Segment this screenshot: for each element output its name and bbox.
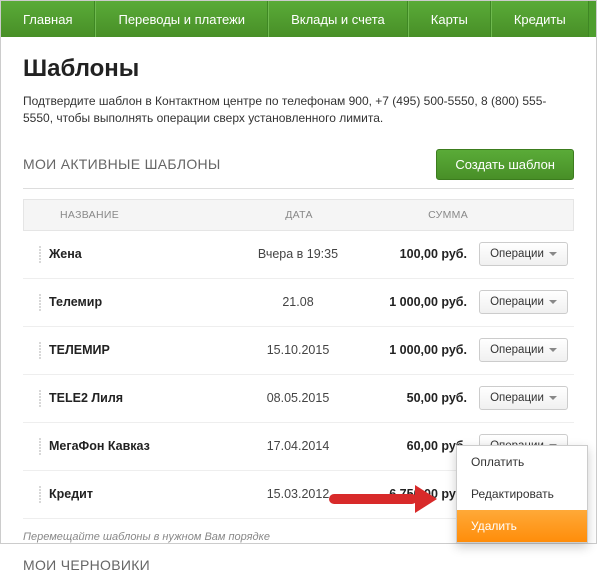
active-templates-title: МОИ АКТИВНЫЕ ШАБЛОНЫ: [23, 156, 221, 172]
row-name: TELE2 Лиля: [49, 391, 233, 405]
top-nav: Главная Переводы и платежи Вклады и счет…: [1, 1, 596, 37]
nav-credits[interactable]: Кредиты: [491, 1, 589, 37]
row-sum: 50,00 руб.: [363, 391, 473, 405]
row-date: Вчера в 19:35: [233, 247, 363, 261]
page-subtext: Подтвердите шаблон в Контактном центре п…: [23, 93, 574, 127]
dropdown-pay[interactable]: Оплатить: [457, 446, 587, 478]
row-name: ТЕЛЕМИР: [49, 343, 233, 357]
operations-button[interactable]: Операции: [479, 338, 568, 362]
drag-handle[interactable]: [23, 390, 49, 407]
operations-label: Операции: [490, 248, 544, 260]
nav-deposits[interactable]: Вклады и счета: [268, 1, 408, 37]
create-template-button[interactable]: Создать шаблон: [436, 149, 574, 180]
drag-handle[interactable]: [23, 486, 49, 503]
col-date: ДАТА: [234, 209, 364, 221]
dropdown-edit[interactable]: Редактировать: [457, 478, 587, 510]
section-head: МОИ АКТИВНЫЕ ШАБЛОНЫ Создать шаблон: [23, 149, 574, 189]
row-sum: 1 000,00 руб.: [363, 343, 473, 357]
drag-handle[interactable]: [23, 438, 49, 455]
chevron-down-icon: [549, 252, 557, 256]
operations-label: Операции: [490, 392, 544, 404]
nav-transfers[interactable]: Переводы и платежи: [95, 1, 268, 37]
row-date: 08.05.2015: [233, 391, 363, 405]
operations-button[interactable]: Операции: [479, 242, 568, 266]
operations-label: Операции: [490, 296, 544, 308]
chevron-down-icon: [549, 396, 557, 400]
row-name: Телемир: [49, 295, 233, 309]
drafts-title: МОИ ЧЕРНОВИКИ: [23, 557, 574, 573]
row-sum: 100,00 руб.: [363, 247, 473, 261]
row-name: Жена: [49, 247, 233, 261]
nav-cards[interactable]: Карты: [408, 1, 491, 37]
row-name: Кредит: [49, 487, 233, 501]
row-date: 21.08: [233, 295, 363, 309]
col-name: НАЗВАНИЕ: [24, 209, 234, 221]
operations-dropdown: Оплатить Редактировать Удалить: [456, 445, 588, 543]
table-row: Телемир21.081 000,00 руб. Операции: [23, 279, 574, 327]
operations-button[interactable]: Операции: [479, 386, 568, 410]
row-date: 15.03.2012: [233, 487, 363, 501]
operations-button[interactable]: Операции: [479, 290, 568, 314]
drag-handle[interactable]: [23, 342, 49, 359]
table-row: TELE2 Лиля08.05.201550,00 руб. Операции: [23, 375, 574, 423]
row-name: МегаФон Кавказ: [49, 439, 233, 453]
chevron-down-icon: [549, 348, 557, 352]
dropdown-delete[interactable]: Удалить: [457, 510, 587, 542]
col-sum: СУММА: [364, 209, 474, 221]
table-row: ЖенаВчера в 19:35100,00 руб. Операции: [23, 231, 574, 279]
nav-home[interactable]: Главная: [1, 1, 95, 37]
drag-handle[interactable]: [23, 246, 49, 263]
table-row: ТЕЛЕМИР15.10.20151 000,00 руб. Операции: [23, 327, 574, 375]
row-date: 17.04.2014: [233, 439, 363, 453]
chevron-down-icon: [549, 300, 557, 304]
row-sum: 1 000,00 руб.: [363, 295, 473, 309]
page-title: Шаблоны: [23, 55, 574, 83]
table-header: НАЗВАНИЕ ДАТА СУММА: [23, 199, 574, 231]
row-date: 15.10.2015: [233, 343, 363, 357]
operations-label: Операции: [490, 344, 544, 356]
drag-handle[interactable]: [23, 294, 49, 311]
